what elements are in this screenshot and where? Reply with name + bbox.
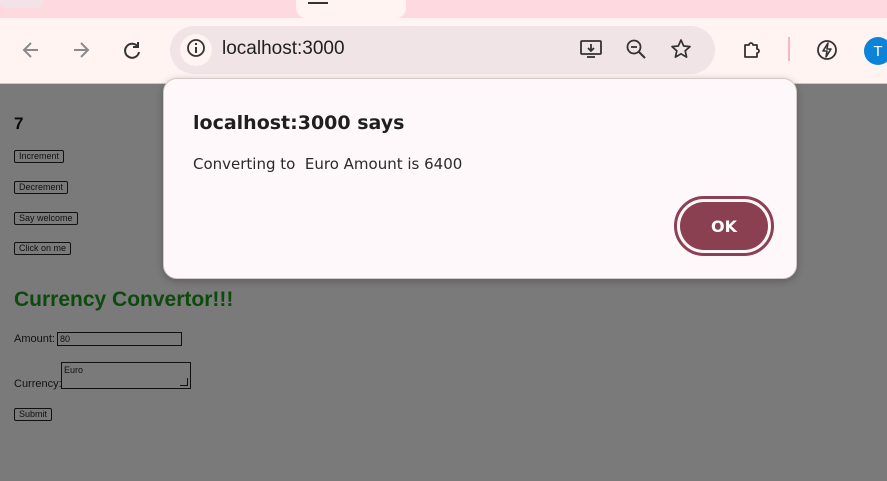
counter-value: 7 — [14, 114, 24, 133]
energy-saver-icon — [815, 38, 839, 62]
tab-favicon-icon — [308, 0, 328, 4]
reload-button[interactable] — [116, 34, 148, 66]
install-app-button[interactable] — [578, 38, 604, 64]
amount-input[interactable]: 80 — [57, 332, 182, 346]
profile-avatar[interactable]: T — [864, 37, 887, 65]
currency-textarea[interactable]: Euro — [61, 362, 191, 389]
back-button[interactable] — [15, 34, 47, 66]
currency-value: Euro — [64, 365, 84, 375]
forward-button[interactable] — [65, 34, 97, 66]
click-me-button[interactable]: Click on me — [14, 242, 72, 255]
active-tab[interactable] — [296, 0, 406, 18]
tab-strip — [0, 0, 887, 18]
say-welcome-button[interactable]: Say welcome — [14, 212, 78, 225]
browser-toolbar: localhost:3000 T — [0, 18, 887, 84]
dialog-title: localhost:3000 says — [193, 112, 405, 134]
currency-label: Currency: — [14, 378, 62, 390]
amount-label: Amount: — [14, 333, 55, 345]
install-icon — [579, 37, 603, 65]
increment-button[interactable]: Increment — [14, 150, 65, 163]
resize-handle-icon[interactable] — [180, 378, 188, 386]
reload-icon — [121, 39, 143, 61]
bookmark-button[interactable] — [668, 38, 694, 64]
ok-button-label: OK — [680, 202, 768, 250]
arrow-left-icon — [20, 39, 42, 61]
puzzle-icon — [740, 38, 764, 62]
toolbar-divider — [788, 37, 790, 61]
extensions-button[interactable] — [736, 34, 768, 66]
currency-heading: Currency Convertor!!! — [14, 288, 234, 311]
decrement-button[interactable]: Decrement — [14, 181, 69, 194]
ok-button[interactable]: OK — [674, 196, 774, 256]
star-icon — [670, 38, 692, 64]
site-info-button[interactable] — [180, 34, 212, 66]
alert-dialog: localhost:3000 says Converting to Euro A… — [163, 78, 797, 279]
submit-button[interactable]: Submit — [14, 408, 53, 421]
zoom-button[interactable] — [623, 38, 649, 64]
info-icon — [186, 38, 206, 62]
url-text[interactable]: localhost:3000 — [222, 38, 345, 60]
inactive-tab[interactable] — [0, 0, 44, 8]
arrow-right-icon — [70, 39, 92, 61]
dialog-message: Converting to Euro Amount is 6400 — [193, 155, 463, 173]
zoom-out-icon — [625, 38, 647, 64]
address-bar[interactable]: localhost:3000 — [170, 26, 715, 74]
performance-button[interactable] — [811, 34, 843, 66]
